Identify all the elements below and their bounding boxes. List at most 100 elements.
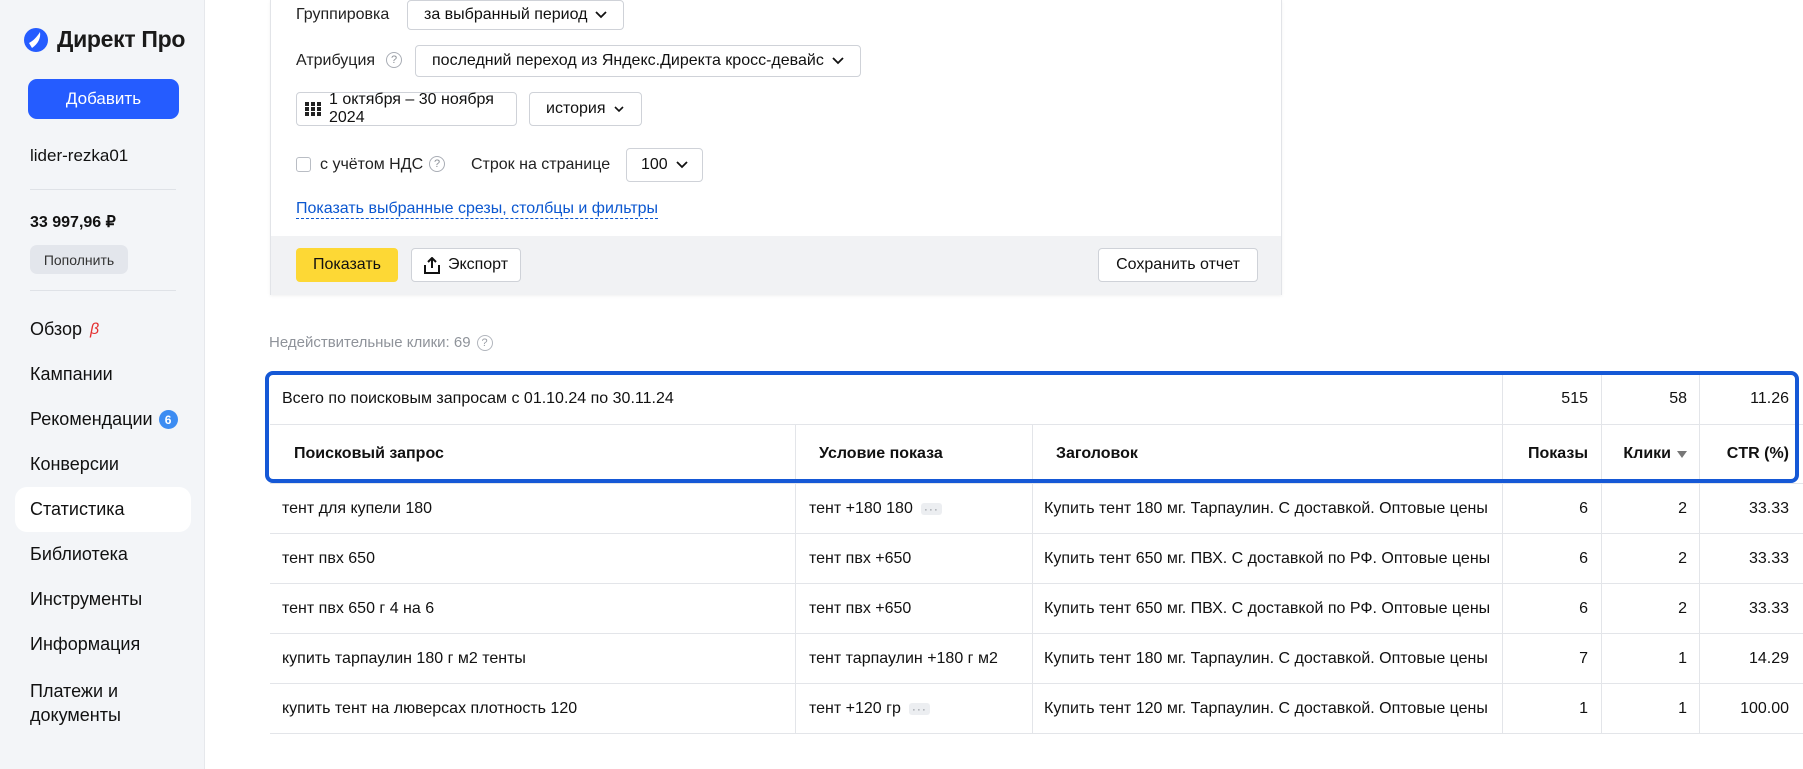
- cell-condition-text: тент пвх +650: [809, 549, 912, 567]
- cell-impressions: 6: [1579, 599, 1588, 617]
- show-slices-link[interactable]: Показать выбранные срезы, столбцы и филь…: [296, 200, 659, 219]
- sidebar-item-label: Конверсии: [30, 454, 119, 474]
- table-header: Поисковый запрос Условие показа Заголово…: [270, 425, 1803, 484]
- attribution-select-value: последний переход из Яндекс.Директа крос…: [432, 52, 824, 69]
- add-button[interactable]: Добавить: [28, 79, 179, 119]
- cell-condition-text: тент +180 180: [809, 499, 913, 517]
- table-row: купить тарпаулин 180 г м2 тенты тент тарп…: [270, 634, 1803, 684]
- more-icon[interactable]: ···: [920, 502, 942, 515]
- cell-query[interactable]: тент для купели 180: [282, 484, 782, 533]
- sidebar-item-label: Рекомендации: [30, 409, 153, 429]
- column-header-condition[interactable]: Условие показа: [819, 425, 1019, 483]
- sidebar-nav: Обзор β Кампании Рекомендации 6 Конверси…: [15, 307, 191, 731]
- grouping-select[interactable]: за выбранный период: [407, 0, 625, 30]
- sidebar-item-library[interactable]: Библиотека: [15, 532, 191, 577]
- direct-logo-icon: [24, 27, 48, 52]
- cell-clicks: 2: [1678, 499, 1687, 517]
- cell-condition: тент пвх +650: [809, 534, 1029, 583]
- sidebar-item-label: Библиотека: [30, 544, 128, 564]
- total-impressions: 515: [1561, 389, 1588, 407]
- beta-mark: β: [90, 320, 100, 338]
- save-report-button[interactable]: Сохранить отчет: [1098, 248, 1258, 282]
- grouping-select-value: за выбранный период: [424, 6, 588, 23]
- report-settings-panel: Группировка за выбранный период Атрибуци…: [270, 0, 1282, 295]
- rows-per-page-select[interactable]: 100: [626, 148, 703, 182]
- total-ctr: 11.26: [1750, 389, 1789, 407]
- vat-checkbox[interactable]: [296, 157, 311, 172]
- cell-ctr: 33.33: [1748, 599, 1789, 617]
- sidebar-item-overview[interactable]: Обзор β: [15, 307, 191, 352]
- help-icon[interactable]: ?: [476, 334, 493, 351]
- cell-query[interactable]: купить тент на люверсах плотность 120: [282, 684, 782, 733]
- invalid-clicks-text: Недействительные клики: 69: [269, 334, 471, 351]
- column-header-clicks-label: Клики: [1623, 445, 1671, 462]
- column-header-query[interactable]: Поисковый запрос: [294, 425, 774, 483]
- cell-headline: Купить тент 120 мг. Тарпаулин. С доставк…: [1044, 699, 1488, 717]
- sidebar-item-statistics[interactable]: Статистика: [15, 487, 191, 532]
- period-preset-select[interactable]: история: [529, 92, 643, 126]
- help-icon[interactable]: ?: [386, 52, 402, 68]
- table-row: тент пвх 650 г 4 на 6 тент пвх +650 Купить…: [270, 584, 1803, 634]
- cell-condition-text: тент +120 гр: [809, 699, 901, 717]
- column-header-impressions[interactable]: Показы: [1502, 425, 1588, 483]
- sidebar-item-conversions[interactable]: Конверсии: [15, 442, 191, 487]
- cell-condition: тент тарпаулин +180 г м2: [809, 634, 1029, 683]
- column-header-headline[interactable]: Заголовок: [1056, 425, 1456, 483]
- cell-headline: Купить тент 650 мг. ПВХ. С доставкой по …: [1044, 549, 1491, 567]
- brand-logo[interactable]: Директ Про: [24, 26, 185, 53]
- upload-icon: [423, 256, 440, 274]
- help-icon[interactable]: ?: [429, 156, 445, 172]
- table-row: тент для купели 180 тент +180 180 ··· Купит…: [270, 484, 1803, 534]
- invalid-clicks: Недействительные клики: 69 ?: [269, 334, 493, 351]
- account-balance: 33 997,96 ₽: [30, 214, 116, 231]
- column-header-clicks[interactable]: Клики: [1601, 425, 1687, 483]
- cell-query[interactable]: тент пвх 650 г 4 на 6: [282, 584, 782, 633]
- sidebar-item-recommendations[interactable]: Рекомендации 6: [15, 397, 191, 442]
- date-range-picker[interactable]: 1 октября – 30 ноября 2024: [296, 91, 517, 126]
- chevron-down-icon: [676, 161, 688, 169]
- chevron-down-icon: [595, 11, 608, 19]
- total-row: Всего по поисковым запросам с 01.10.24 п…: [270, 373, 1803, 425]
- sidebar-item-campaigns[interactable]: Кампании: [15, 352, 191, 397]
- table-row: тент пвх 650 тент пвх +650 Купить тент 650…: [270, 534, 1803, 584]
- sort-desc-icon: [1677, 450, 1687, 458]
- cell-query[interactable]: тент пвх 650: [282, 534, 782, 583]
- cell-headline: Купить тент 650 мг. ПВХ. С доставкой по …: [1044, 599, 1491, 617]
- sidebar-item-payments[interactable]: Платежи и документы: [15, 667, 191, 731]
- rows-per-page-value: 100: [641, 156, 668, 173]
- vat-label: с учётом НДС: [320, 156, 424, 173]
- cell-headline: Купить тент 180 мг. Тарпаулин. С доставк…: [1044, 499, 1488, 517]
- sidebar-item-information[interactable]: Информация: [15, 622, 191, 667]
- sidebar-divider: [30, 290, 176, 291]
- sidebar-divider: [30, 189, 176, 190]
- cell-clicks: 1: [1678, 649, 1687, 667]
- cell-condition-text: тент тарпаулин +180 г м2: [809, 649, 998, 667]
- more-icon[interactable]: ···: [908, 702, 930, 715]
- account-login[interactable]: lider-rezka01: [30, 146, 128, 166]
- brand-name: Директ Про: [57, 26, 186, 52]
- sidebar-item-tools[interactable]: Инструменты: [15, 577, 191, 622]
- sidebar-item-label: Инструменты: [30, 589, 143, 609]
- grouping-label: Группировка: [296, 6, 390, 23]
- sidebar: Директ Про Добавить lider-rezka01 33 997…: [0, 0, 205, 769]
- cell-ctr: 14.29: [1748, 649, 1789, 667]
- attribution-select[interactable]: последний переход из Яндекс.Директа крос…: [415, 45, 861, 77]
- sidebar-item-label: Информация: [30, 634, 141, 654]
- show-button[interactable]: Показать: [296, 248, 398, 282]
- cell-condition: тент +180 180 ···: [809, 484, 1029, 533]
- sidebar-item-label: Обзор: [30, 319, 82, 339]
- cell-impressions: 6: [1579, 499, 1588, 517]
- period-preset-value: история: [546, 100, 606, 117]
- sidebar-item-label: Платежи и документы: [30, 681, 121, 725]
- cell-ctr: 33.33: [1748, 549, 1789, 567]
- cell-query[interactable]: купить тарпаулин 180 г м2 тенты: [282, 634, 782, 683]
- export-button[interactable]: Экспорт: [411, 248, 521, 282]
- cell-condition: тент пвх +650: [809, 584, 1029, 633]
- sidebar-item-label: Статистика: [30, 499, 125, 519]
- export-button-label: Экспорт: [447, 256, 509, 273]
- cell-clicks: 2: [1678, 549, 1687, 567]
- cell-headline: Купить тент 180 мг. Тарпаулин. С доставк…: [1044, 649, 1488, 667]
- column-header-ctr[interactable]: CTR (%): [1699, 425, 1789, 483]
- cell-impressions: 1: [1579, 699, 1588, 717]
- topup-button[interactable]: Пополнить: [30, 245, 128, 274]
